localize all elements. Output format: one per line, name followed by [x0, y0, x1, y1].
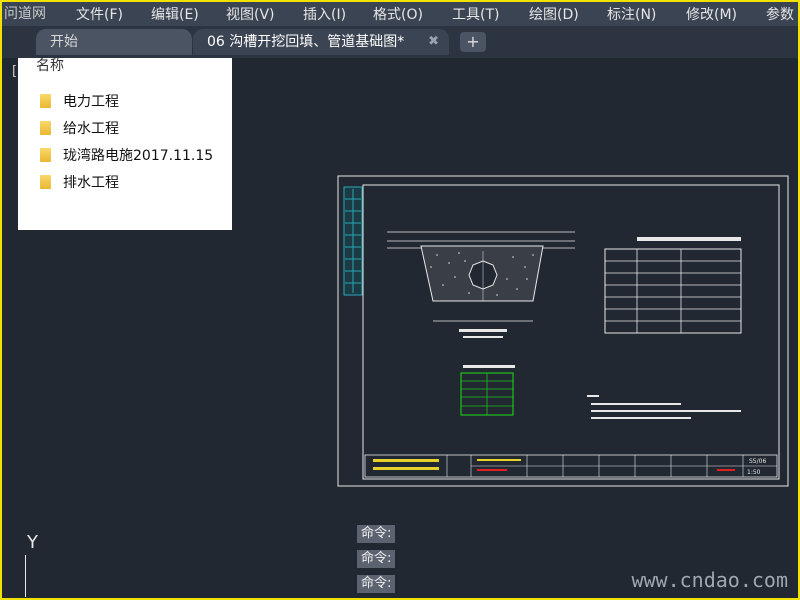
folder-item-longwan-road[interactable]: 珑湾路电施2017.11.15 — [40, 145, 213, 167]
folder-icon — [40, 175, 51, 189]
tab-start-label: 开始 — [50, 34, 78, 50]
folder-label: 电力工程 — [63, 94, 119, 110]
tab-drawing-label: 06 沟槽开挖回填、管道基础图* — [207, 34, 405, 50]
sheet-inner-border — [362, 184, 780, 480]
folder-label: 排水工程 — [63, 175, 119, 191]
ucs-icon — [25, 555, 26, 597]
cad-drawing-sheet[interactable]: S5/06 1:50 — [337, 175, 789, 487]
notes-block — [587, 395, 741, 419]
document-tab-bar: 开始 06 沟槽开挖回填、管道基础图* ✖ + — [0, 26, 800, 58]
ucs-y-axis-label: Y — [27, 532, 38, 553]
tab-drawing[interactable]: 06 沟槽开挖回填、管道基础图* ✖ — [193, 29, 449, 55]
file-panel: 名称 电力工程 给水工程 珑湾路电施2017.11.15 排水工程 — [18, 58, 232, 230]
app-logo: 问道网 — [4, 6, 46, 22]
menu-edit[interactable]: 编辑(E) — [151, 4, 199, 24]
close-icon[interactable]: ✖ — [428, 29, 439, 55]
title-block: S5/06 1:50 — [364, 454, 778, 478]
plus-icon[interactable]: + — [460, 32, 486, 52]
folder-label: 给水工程 — [63, 121, 119, 137]
folder-icon — [40, 148, 51, 162]
menu-view[interactable]: 视图(V) — [226, 4, 275, 24]
table-bottom-green — [460, 365, 515, 416]
menu-tools[interactable]: 工具(T) — [452, 4, 499, 24]
trench-section — [387, 231, 575, 338]
folder-icon — [40, 121, 51, 135]
table-top-right — [604, 237, 742, 334]
menu-dimension[interactable]: 标注(N) — [607, 4, 656, 24]
drawing-number: S5/06 — [749, 458, 766, 465]
menu-bar: 问道网 文件(F) 编辑(E) 视图(V) 插入(I) 格式(O) 工具(T) … — [0, 0, 800, 26]
menu-draw[interactable]: 绘图(D) — [529, 4, 579, 24]
tab-start[interactable]: 开始 — [36, 29, 192, 55]
binding-strip — [343, 186, 363, 296]
menu-insert[interactable]: 插入(I) — [303, 4, 346, 24]
folder-label: 珑湾路电施2017.11.15 — [63, 148, 214, 164]
folder-item-power[interactable]: 电力工程 — [40, 91, 119, 113]
command-history-line-1: 命令: — [357, 525, 396, 543]
folder-item-water-supply[interactable]: 给水工程 — [40, 118, 119, 140]
viewport-control-bracket[interactable]: [ — [12, 64, 17, 79]
menu-format[interactable]: 格式(O) — [373, 4, 423, 24]
file-panel-header: 名称 — [36, 58, 64, 74]
menu-parameters[interactable]: 参数 — [766, 4, 794, 24]
sheet-outer-border — [337, 175, 789, 487]
command-prompt[interactable]: 命令: — [357, 575, 396, 593]
folder-icon — [40, 94, 51, 108]
menu-modify[interactable]: 修改(M) — [686, 4, 737, 24]
folder-item-drainage[interactable]: 排水工程 — [40, 172, 119, 194]
command-history-line-2: 命令: — [357, 550, 396, 568]
watermark: www.cndao.com — [631, 568, 788, 592]
drawing-scale: 1:50 — [747, 469, 761, 476]
menu-file[interactable]: 文件(F) — [76, 4, 123, 24]
